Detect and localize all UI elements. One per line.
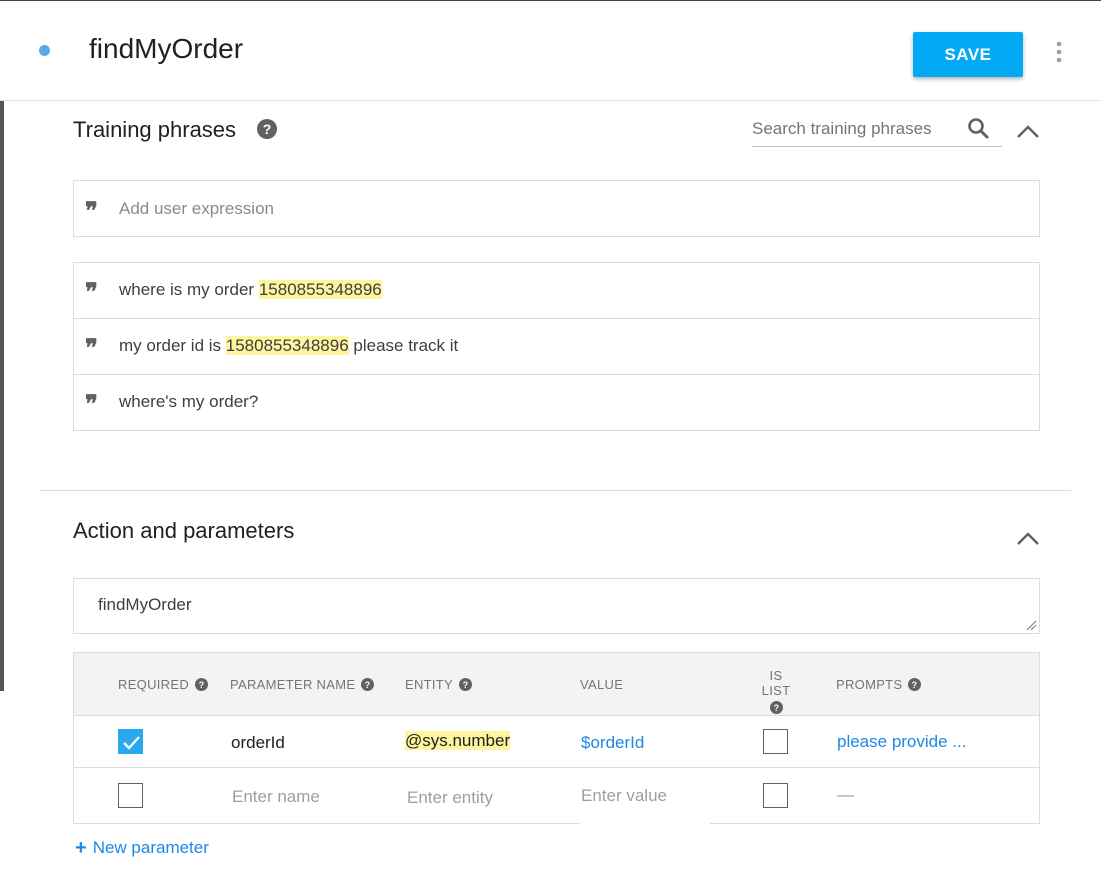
parameter-value[interactable]: $orderId (581, 733, 644, 753)
parameter-entity[interactable]: @sys.number (405, 731, 511, 751)
parameter-name-input[interactable] (232, 787, 372, 807)
action-parameters-title: Action and parameters (73, 518, 295, 543)
action-name-input[interactable]: findMyOrder (98, 595, 1018, 625)
col-value: VALUE (580, 677, 624, 692)
parameter-name[interactable]: orderId (231, 733, 285, 753)
required-checkbox[interactable] (118, 783, 143, 808)
collapse-chevron-icon[interactable] (1015, 531, 1041, 547)
user-expression-input[interactable] (119, 195, 999, 223)
table-header: REQUIRED? PARAMETER NAME? ENTITY? VALUE … (74, 653, 1039, 716)
quote-icon: ❞ (85, 277, 98, 306)
col-entity: ENTITY? (405, 677, 473, 692)
svg-text:?: ? (463, 680, 469, 690)
section-divider (40, 490, 1071, 491)
annotated-parameter: 1580855348896 (258, 280, 382, 299)
svg-text:?: ? (199, 680, 205, 690)
training-phrase-row[interactable]: ❞ where's my order? (74, 375, 1039, 430)
parameter-name-field (232, 787, 372, 807)
resize-grip-icon[interactable] (1025, 619, 1037, 631)
new-parameter-label: New parameter (92, 838, 209, 857)
add-user-expression: ❞ (73, 180, 1040, 237)
help-icon[interactable]: ? (769, 701, 783, 714)
training-phrase-row[interactable]: ❞ my order id is 1580855348896 please tr… (74, 319, 1039, 375)
collapse-chevron-icon[interactable] (1015, 124, 1041, 140)
training-phrase-row[interactable]: ❞ where is my order 1580855348896 (74, 263, 1039, 319)
quote-icon: ❞ (85, 333, 98, 362)
parameter-entity-field (407, 788, 547, 808)
parameter-prompts[interactable]: — (837, 785, 854, 805)
col-prompts: PROMPTS? (836, 677, 922, 692)
is-list-checkbox[interactable] (763, 729, 788, 754)
help-icon[interactable]: ? (908, 678, 922, 691)
quote-icon: ❞ (85, 196, 98, 225)
phrase-text[interactable]: where's my order? (119, 392, 258, 412)
action-name-field: findMyOrder (73, 578, 1040, 634)
col-parameter-name: PARAMETER NAME? (230, 677, 375, 692)
help-icon[interactable]: ? (361, 678, 375, 691)
training-phrases-title: Training phrases (73, 117, 237, 142)
phrase-text[interactable]: where is my order 1580855348896 (119, 280, 382, 300)
plus-icon: + (75, 837, 87, 859)
svg-text:?: ? (365, 680, 371, 690)
intent-header: findMyOrder SAVE (0, 0, 1101, 101)
scrollbar[interactable] (0, 101, 4, 691)
more-vert-icon[interactable] (1051, 39, 1067, 65)
parameter-prompts[interactable]: please provide ... (837, 732, 966, 752)
svg-text:?: ? (773, 703, 779, 713)
annotated-parameter: 1580855348896 (225, 336, 349, 355)
col-required: REQUIRED? (118, 677, 209, 692)
parameter-value-input[interactable] (581, 786, 721, 806)
training-phrase-list: ❞ where is my order 1580855348896 ❞ my o… (73, 262, 1040, 431)
intent-title[interactable]: findMyOrder (89, 33, 243, 65)
search-input[interactable] (752, 115, 957, 143)
is-list-checkbox[interactable] (763, 783, 788, 808)
svg-text:?: ? (263, 121, 272, 137)
table-row: orderId @sys.number $orderId please prov… (74, 716, 1039, 768)
value-field-underlay (580, 818, 710, 828)
help-icon[interactable]: ? (257, 119, 277, 139)
phrase-text[interactable]: my order id is 1580855348896 please trac… (119, 336, 458, 356)
save-button[interactable]: SAVE (913, 32, 1023, 77)
help-icon[interactable]: ? (459, 678, 473, 691)
quote-icon: ❞ (85, 389, 98, 418)
new-parameter-link[interactable]: + New parameter (75, 838, 209, 858)
required-checkbox[interactable] (118, 729, 143, 754)
parameters-table: REQUIRED? PARAMETER NAME? ENTITY? VALUE … (73, 652, 1040, 824)
search-icon[interactable] (966, 116, 990, 140)
check-icon (123, 736, 140, 750)
parameter-value-field (581, 786, 721, 806)
svg-text:?: ? (912, 680, 918, 690)
search-training-phrases (752, 113, 1002, 147)
parameter-entity-input[interactable] (407, 788, 547, 808)
help-icon[interactable]: ? (195, 678, 209, 691)
status-dot (39, 45, 50, 56)
table-row: — (74, 768, 1039, 823)
col-is-list: IS LIST? (761, 668, 791, 714)
